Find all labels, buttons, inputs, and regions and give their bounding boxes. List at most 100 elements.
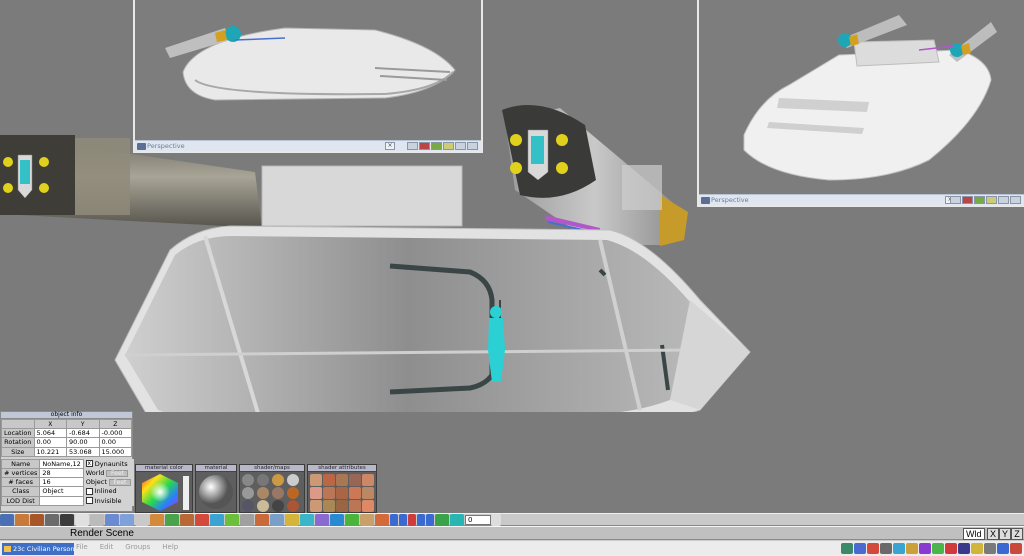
attribute-swatch[interactable] — [323, 487, 335, 499]
menu-edit[interactable]: Edit — [100, 543, 114, 551]
eyedropper-icon[interactable] — [15, 513, 29, 526]
attribute-swatch[interactable] — [362, 474, 374, 486]
size-y-field[interactable]: 53.068 — [66, 446, 100, 457]
material-panel[interactable]: material — [195, 464, 237, 513]
world-units-button[interactable]: Feet — [106, 469, 129, 477]
location-z-field[interactable]: -0.000 — [98, 428, 132, 439]
camera-rotate-icon[interactable] — [60, 513, 74, 526]
loop-icon[interactable] — [450, 513, 464, 526]
attribute-swatch[interactable] — [336, 487, 348, 499]
attribute-swatch[interactable] — [323, 474, 335, 486]
shader-swatch[interactable] — [287, 500, 299, 512]
tray-icon[interactable] — [919, 543, 931, 554]
shader-swatch[interactable] — [257, 500, 269, 512]
attribute-swatch[interactable] — [310, 500, 322, 512]
3d-scene-canvas[interactable]: Perspective × Perspective object info X … — [0, 0, 1024, 556]
sphere-icon[interactable] — [195, 513, 209, 526]
light-icon[interactable] — [443, 142, 454, 150]
texture-icon[interactable] — [431, 142, 442, 150]
size-x-field[interactable]: 10.221 — [33, 446, 67, 457]
script-icon[interactable] — [345, 513, 359, 526]
step-forward-icon[interactable] — [417, 513, 425, 526]
tray-icon[interactable] — [958, 543, 970, 554]
name-field[interactable]: NoName,12 — [39, 458, 84, 469]
tray-icon[interactable] — [932, 543, 944, 554]
view-mode-icon[interactable] — [407, 142, 418, 150]
shader-swatch[interactable] — [242, 500, 254, 512]
viewport-top-center[interactable]: Perspective × — [133, 0, 483, 153]
scale-icon[interactable] — [135, 513, 149, 526]
menu-help[interactable]: Help — [162, 543, 178, 551]
tray-icon[interactable] — [1010, 543, 1022, 554]
cylinder-icon[interactable] — [165, 513, 179, 526]
maximize-icon[interactable] — [1010, 196, 1021, 204]
render-region-icon[interactable] — [360, 513, 374, 526]
lod-field[interactable] — [39, 495, 84, 506]
rotation-x-field[interactable]: 0.00 — [33, 437, 67, 448]
invisible-checkbox[interactable] — [85, 497, 93, 505]
axis-z-button[interactable]: Z — [1011, 528, 1023, 540]
keyframe-icon[interactable] — [435, 513, 449, 526]
attribute-swatch[interactable] — [323, 500, 335, 512]
attribute-swatch[interactable] — [362, 487, 374, 499]
step-back-icon[interactable] — [399, 513, 407, 526]
rotate-icon[interactable] — [120, 513, 134, 526]
viewport-top-right[interactable]: Perspective × — [697, 0, 1024, 207]
material-preview-sphere[interactable] — [196, 472, 236, 512]
plane-icon[interactable] — [240, 513, 254, 526]
attribute-swatch[interactable] — [310, 487, 322, 499]
attribute-swatch[interactable] — [349, 474, 361, 486]
shader-maps-panel[interactable]: shader/maps — [239, 464, 305, 513]
tray-icon[interactable] — [971, 543, 983, 554]
sweep-icon[interactable] — [285, 513, 299, 526]
object-units-button[interactable]: Feet — [108, 478, 131, 486]
select-arrow-icon[interactable] — [75, 513, 89, 526]
shader-swatch[interactable] — [257, 474, 269, 486]
menu-file[interactable]: File — [76, 543, 88, 551]
light-icon[interactable] — [986, 196, 997, 204]
text-icon[interactable] — [255, 513, 269, 526]
color-hexagon[interactable] — [136, 472, 192, 512]
torus-icon[interactable] — [210, 513, 224, 526]
boolean-icon[interactable] — [315, 513, 329, 526]
tray-icon[interactable] — [906, 543, 918, 554]
maximize-icon[interactable] — [467, 142, 478, 150]
tray-icon[interactable] — [984, 543, 996, 554]
inlined-checkbox[interactable] — [85, 487, 93, 495]
cone-icon[interactable] — [180, 513, 194, 526]
close-icon[interactable]: × — [385, 142, 395, 150]
attribute-swatch[interactable] — [336, 500, 348, 512]
tray-icon[interactable] — [854, 543, 866, 554]
tray-icon[interactable] — [997, 543, 1009, 554]
location-y-field[interactable]: -0.684 — [66, 428, 100, 439]
camera-icon[interactable] — [455, 142, 466, 150]
coordinate-mode-select[interactable]: Wld — [963, 528, 985, 540]
shader-attributes-panel[interactable]: shader attributes — [307, 464, 377, 513]
lathe-icon[interactable] — [270, 513, 284, 526]
task-button[interactable]: 23c Civilian Personal... — [2, 543, 74, 555]
shader-swatch[interactable] — [272, 474, 284, 486]
paint-icon[interactable] — [30, 513, 44, 526]
attribute-swatch[interactable] — [310, 474, 322, 486]
view-mode-icon[interactable] — [950, 196, 961, 204]
tray-icon[interactable] — [880, 543, 892, 554]
tray-icon[interactable] — [945, 543, 957, 554]
shader-swatch[interactable] — [287, 474, 299, 486]
translate-icon[interactable] — [105, 513, 119, 526]
attribute-swatch[interactable] — [336, 474, 348, 486]
undo-icon[interactable] — [0, 513, 14, 526]
menu-groups[interactable]: Groups — [125, 543, 150, 551]
attribute-swatch[interactable] — [362, 500, 374, 512]
shader-swatch[interactable] — [287, 487, 299, 499]
attribute-swatch[interactable] — [349, 487, 361, 499]
axis-y-button[interactable]: Y — [999, 528, 1011, 540]
size-z-field[interactable]: 15.000 — [98, 446, 132, 457]
shader-swatch[interactable] — [242, 487, 254, 499]
location-x-field[interactable]: 5.064 — [33, 428, 67, 439]
tube-icon[interactable] — [225, 513, 239, 526]
material-color-panel[interactable]: material color — [135, 464, 193, 513]
rotation-z-field[interactable]: 0.00 — [98, 437, 132, 448]
sculpt-icon[interactable] — [330, 513, 344, 526]
frame-field[interactable]: 0 — [465, 514, 491, 525]
rotation-y-field[interactable]: 90.00 — [66, 437, 100, 448]
